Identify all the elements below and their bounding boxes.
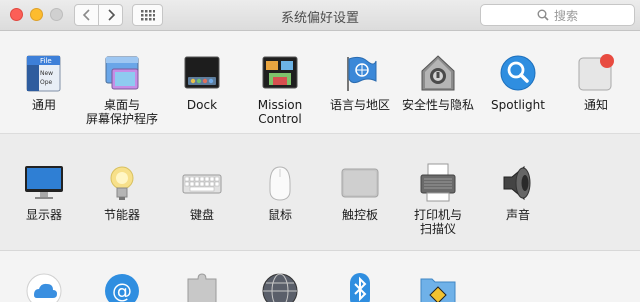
- svg-text:Ope: Ope: [40, 79, 53, 86]
- pane-dock[interactable]: Dock: [162, 53, 242, 112]
- pane-label: 安全性与隐私: [401, 98, 474, 112]
- magnifier-icon: [537, 9, 549, 21]
- pane-label: Dock: [186, 98, 218, 112]
- pane-security-privacy[interactable]: 安全性与隐私: [398, 53, 478, 112]
- mouse-icon: [260, 163, 300, 203]
- pane-label: 节能器: [103, 208, 140, 222]
- hardware-section: 显示器 节能器 键盘 鼠标 触控板 打印机与 扫描仪 声音: [0, 134, 640, 302]
- network-icon: [260, 271, 300, 302]
- extensions-icon: [182, 271, 222, 302]
- icloud-icon: [24, 271, 64, 302]
- printers-scanners-icon: [418, 163, 458, 203]
- pane-language-region[interactable]: 语言与地区: [320, 53, 400, 112]
- pane-label: 鼠标: [267, 208, 292, 222]
- personal-section: File New Ope 通用 桌面与 屏幕保护程序 Dock Mission …: [0, 31, 640, 134]
- pane-energy-saver[interactable]: 节能器: [82, 163, 162, 222]
- pane-label: 通知: [583, 98, 608, 112]
- pane-label: 桌面与 屏幕保护程序: [85, 98, 158, 126]
- internet-accounts-icon: @: [102, 271, 142, 302]
- notifications-icon: [576, 53, 616, 93]
- keyboard-icon: [182, 163, 222, 203]
- pane-desktop-screensaver[interactable]: 桌面与 屏幕保护程序: [82, 53, 162, 126]
- bluetooth-icon: [340, 271, 380, 302]
- sound-icon: [498, 163, 538, 203]
- pane-extensions[interactable]: [162, 271, 242, 302]
- security-privacy-icon: [418, 53, 458, 93]
- pane-label: 显示器: [25, 208, 62, 222]
- trackpad-icon: [340, 163, 380, 203]
- pane-network[interactable]: [240, 271, 320, 302]
- search-placeholder: 搜索: [553, 8, 578, 23]
- title-bar: 系统偏好设置 搜索: [0, 0, 640, 31]
- pane-icloud[interactable]: [4, 271, 84, 302]
- pane-spotlight[interactable]: Spotlight: [478, 53, 558, 112]
- pane-displays[interactable]: 显示器: [4, 163, 84, 222]
- pane-label: Spotlight: [491, 98, 545, 112]
- pane-label: 通用: [31, 98, 56, 112]
- pane-mission-control[interactable]: Mission Control: [240, 53, 320, 126]
- pane-label: 键盘: [189, 208, 214, 222]
- pane-general[interactable]: File New Ope 通用: [4, 53, 84, 112]
- pane-label: Mission Control: [257, 98, 303, 126]
- pane-label: 触控板: [341, 208, 378, 222]
- general-icon: File New Ope: [24, 53, 64, 93]
- pane-label: 打印机与 扫描仪: [413, 208, 462, 236]
- desktop-screensaver-icon: [102, 53, 142, 93]
- pane-sound[interactable]: 声音: [478, 163, 558, 222]
- pane-printers-scanners[interactable]: 打印机与 扫描仪: [398, 163, 478, 236]
- pane-mouse[interactable]: 鼠标: [240, 163, 320, 222]
- pane-keyboard[interactable]: 键盘: [162, 163, 242, 222]
- pane-internet-accounts[interactable]: @: [82, 271, 162, 302]
- pane-bluetooth[interactable]: [320, 271, 400, 302]
- spotlight-icon: [498, 53, 538, 93]
- general-icon-file-text: File: [40, 57, 52, 65]
- pane-trackpad[interactable]: 触控板: [320, 163, 400, 222]
- mission-control-icon: [260, 53, 300, 93]
- svg-text:@: @: [112, 279, 132, 302]
- pane-notifications[interactable]: 通知: [556, 53, 636, 112]
- svg-text:New: New: [40, 70, 53, 77]
- pane-label: 语言与地区: [329, 98, 390, 112]
- energy-saver-icon: [102, 163, 142, 203]
- displays-icon: [24, 163, 64, 203]
- sharing-icon: [418, 271, 458, 302]
- internet-section: @: [0, 251, 640, 302]
- pane-label: 声音: [505, 208, 530, 222]
- dock-icon: [182, 53, 222, 93]
- language-region-icon: [340, 53, 380, 93]
- pane-sharing[interactable]: [398, 271, 478, 302]
- search-field[interactable]: 搜索: [480, 4, 635, 26]
